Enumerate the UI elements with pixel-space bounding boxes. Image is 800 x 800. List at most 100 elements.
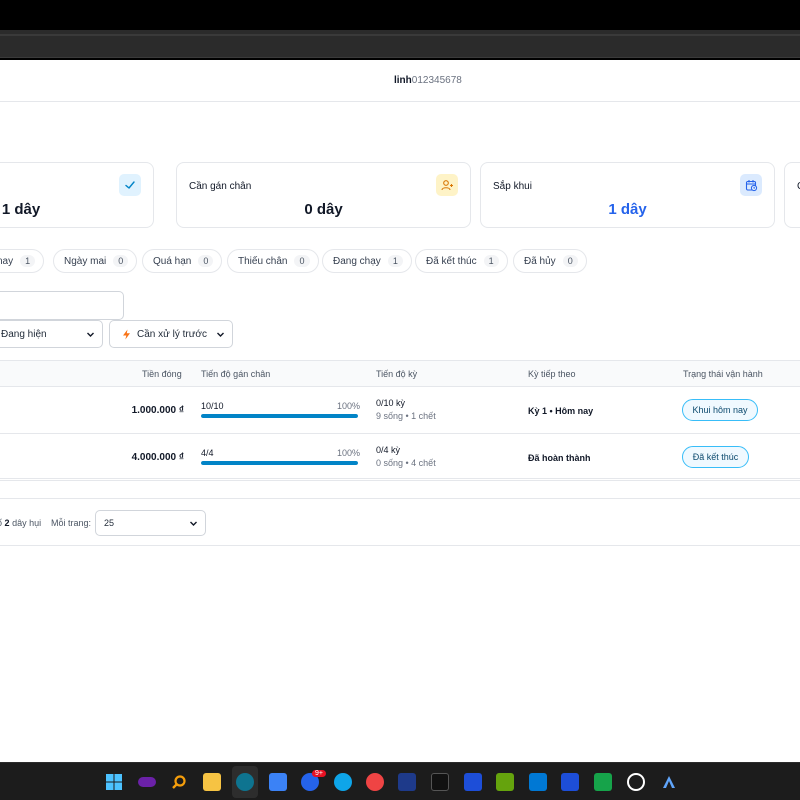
app-page: linh012345678 1 dây Cần gán chân 0 dây S…: [0, 60, 800, 762]
col-header-status: Trạng thái vận hành: [683, 369, 763, 379]
pill-count: 0: [113, 255, 129, 267]
chevron-down-icon: [217, 332, 224, 337]
notepad-icon[interactable]: [496, 773, 514, 791]
col-header-next-period: Kỳ tiếp theo: [528, 369, 576, 379]
search-icon[interactable]: [170, 773, 188, 791]
table-footer: ố 2 dây hụi Mỗi trang: 25: [0, 498, 800, 546]
messenger-icon[interactable]: [334, 773, 352, 791]
filter-pill-overdue[interactable]: Quá hạn 0: [142, 249, 223, 273]
calendar-clock-icon: [740, 174, 762, 196]
vscode-icon[interactable]: [529, 773, 547, 791]
check-icon: [119, 174, 141, 196]
filter-pill-finished[interactable]: Đã kết thúc 1: [415, 249, 508, 273]
period-progress: 0/4 kỳ: [376, 445, 401, 455]
view-select-value: Đang hiện: [1, 328, 47, 340]
pill-count: 1: [483, 255, 499, 267]
user-info[interactable]: linh012345678: [394, 75, 462, 86]
col-header-amount: Tiền đóng: [142, 369, 182, 379]
assign-progress-label: 4/4: [201, 448, 214, 458]
period-progress: 0/10 kỳ: [376, 398, 406, 408]
pill-count: 1: [387, 255, 403, 267]
col-header-period-progress: Tiến độ kỳ: [376, 369, 418, 379]
chrome-icon[interactable]: [366, 773, 384, 791]
summary-card-upcoming[interactable]: Sắp khui 1 dây: [480, 162, 775, 228]
pill-count: 0: [198, 255, 214, 267]
screen-top-edge: [0, 0, 800, 30]
progress-fill: [201, 414, 358, 418]
total-prefix: ố: [0, 518, 2, 528]
card-label: Cần gán chân: [189, 181, 252, 192]
pill-label: Đã kết thúc: [426, 255, 477, 267]
filter-pill-missing-slots[interactable]: Thiếu chân 0: [227, 249, 319, 273]
card-value: 1 dây: [608, 201, 647, 218]
per-page-label: Mỗi trang:: [51, 518, 92, 528]
app-icon[interactable]: [464, 773, 482, 791]
per-page-select[interactable]: 25: [95, 510, 206, 536]
total-count: 2: [4, 518, 10, 528]
pill-label: Đã hủy: [524, 255, 556, 267]
browser-toolbar: [0, 30, 800, 58]
status-badge-button[interactable]: Khui hôm nay: [682, 399, 758, 421]
assign-progress-percent: 100%: [337, 448, 361, 458]
card-value: 0 dây: [304, 201, 343, 218]
pill-label: nay: [0, 255, 14, 267]
word-icon[interactable]: [561, 773, 579, 791]
status-badge-button[interactable]: Đã kết thúc: [682, 446, 749, 468]
app-icon-a[interactable]: [660, 773, 678, 791]
chatgpt-icon[interactable]: [627, 773, 645, 791]
table-row[interactable]: 1.000.000 ₫ 10/10 100% 0/10 kỳ 9 sống • …: [0, 387, 800, 434]
assign-progress-bar: [201, 461, 358, 465]
period-alive-dead: 9 sống • 1 chết: [376, 411, 436, 421]
pill-label: Thiếu chân: [238, 255, 288, 267]
view-select[interactable]: Đang hiện: [0, 320, 103, 348]
sort-select[interactable]: Cần xử lý trước: [109, 320, 233, 348]
pill-count: 1: [20, 255, 36, 267]
summary-card-need-assign[interactable]: Cần gán chân 0 dây: [176, 162, 471, 228]
total-suffix: dây hụi: [12, 518, 42, 528]
pill-label: Quá hạn: [153, 255, 192, 267]
summary-card-other[interactable]: C: [784, 162, 800, 228]
edge-browser-icon[interactable]: [236, 773, 254, 791]
pill-count: 0: [294, 255, 310, 267]
card-value: 1 dây: [1, 201, 41, 218]
summary-card-today[interactable]: 1 dây: [0, 162, 154, 228]
chevron-down-icon: [87, 332, 94, 337]
amount-cell: 1.000.000 ₫: [131, 405, 184, 416]
user-name: linh: [394, 75, 412, 86]
user-phone: 012345678: [411, 75, 462, 86]
table-row[interactable]: 4.000.000 ₫ 4/4 100% 0/4 kỳ 0 sống • 4 c…: [0, 434, 800, 481]
store-icon[interactable]: [269, 773, 287, 791]
file-explorer-icon[interactable]: [203, 773, 221, 791]
total-count-text: ố 2 dây hụi: [0, 518, 41, 528]
lightning-icon: [123, 329, 130, 339]
widgets-icon[interactable]: [138, 777, 156, 787]
terminal-icon[interactable]: [431, 773, 449, 791]
filter-pill-cancelled[interactable]: Đã hủy 0: [513, 249, 587, 273]
toolbar-divider: [0, 34, 800, 36]
filter-pill-today[interactable]: nay 1: [0, 249, 45, 273]
search-input[interactable]: [0, 291, 124, 320]
period-alive-dead: 0 sống • 4 chết: [376, 458, 436, 468]
next-period: Đã hoàn thành: [528, 453, 591, 463]
card-label: Sắp khui: [493, 181, 532, 192]
amount-cell: 4.000.000 ₫: [131, 452, 184, 463]
pill-label: Ngày mai: [64, 255, 107, 267]
pill-label: Đang chạy: [333, 255, 381, 267]
sort-select-value: Cần xử lý trước: [137, 328, 207, 340]
user-plus-icon: [436, 174, 458, 196]
app-header: linh012345678: [0, 60, 800, 102]
chevron-down-icon: [190, 521, 197, 526]
per-page-value: 25: [104, 518, 115, 528]
next-period: Kỳ 1 • Hôm nay: [528, 406, 594, 416]
windows-start-icon[interactable]: [105, 773, 123, 791]
assign-progress-label: 10/10: [201, 401, 224, 411]
excel-icon[interactable]: [594, 773, 612, 791]
filter-pill-tomorrow[interactable]: Ngày mai 0: [53, 249, 138, 273]
powershell-icon[interactable]: [398, 773, 416, 791]
col-header-assign-progress: Tiến độ gán chân: [201, 369, 271, 379]
filter-pill-running[interactable]: Đang chạy 1: [322, 249, 412, 273]
hui-table: Tiền đóng Tiến độ gán chân Tiến độ kỳ Kỳ…: [0, 360, 800, 481]
notification-badge: 9+: [312, 770, 326, 777]
table-header: Tiền đóng Tiến độ gán chân Tiến độ kỳ Kỳ…: [0, 361, 800, 387]
pill-count: 0: [562, 255, 578, 267]
